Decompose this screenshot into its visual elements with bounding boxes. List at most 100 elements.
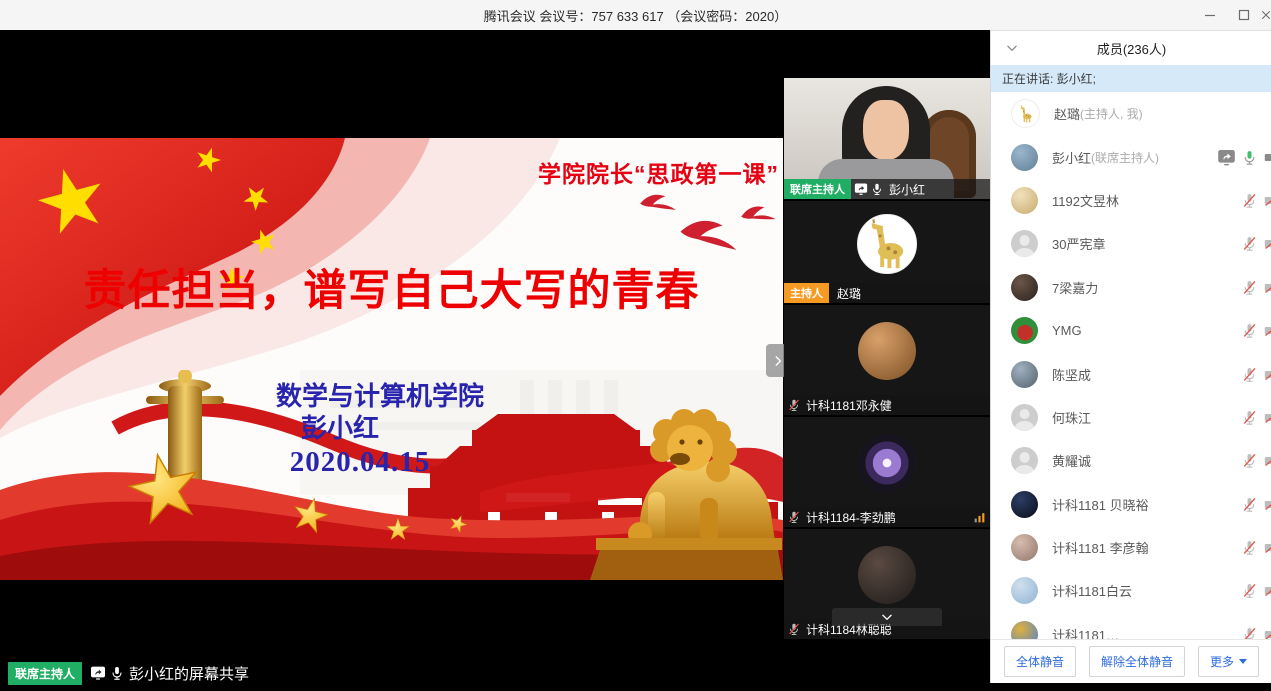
member-status-icons [1241, 279, 1271, 296]
maximize-icon [1238, 9, 1250, 21]
member-row[interactable]: 7梁嘉力 [991, 266, 1271, 309]
member-status-icons [1217, 148, 1271, 167]
signal-icon [973, 511, 986, 524]
member-name: 计科1181… [1052, 625, 1119, 640]
member-name: 30严宪章 [1052, 234, 1105, 253]
mic-muted-icon [787, 510, 801, 524]
mic-muted-icon [1241, 279, 1258, 296]
participant-name: 计科1181邓永健 [806, 397, 892, 414]
member-row[interactable]: 黄耀诚 [991, 439, 1271, 482]
collapse-strip-button[interactable] [832, 608, 942, 626]
member-status-icons [1241, 452, 1271, 469]
tile-label-icons [787, 510, 801, 524]
video-tile-label: 计科1181邓永健 [784, 395, 990, 415]
member-row[interactable]: 计科1181 李彦翰 [991, 526, 1271, 569]
maximize-button[interactable] [1227, 0, 1261, 30]
members-panel-header: 成员(236人) [991, 31, 1271, 65]
close-button[interactable] [1261, 0, 1271, 30]
mic-muted-icon [787, 398, 801, 412]
video-tile-label: 联席主持人 彭小红 [784, 179, 990, 199]
member-row[interactable]: 彭小红 (联席主持人) [991, 135, 1271, 178]
member-avatar [1011, 577, 1038, 604]
share-status-icons [90, 665, 125, 681]
member-name: 何珠江 [1052, 408, 1091, 427]
video-tile[interactable]: 主持人 赵璐 [784, 201, 990, 303]
screen-share-icon [1217, 148, 1236, 167]
member-status-icons [1241, 409, 1271, 426]
member-avatar [1011, 361, 1038, 388]
mic-muted-icon [787, 622, 801, 636]
minimize-button[interactable] [1193, 0, 1227, 30]
tile-label-icons [854, 182, 884, 196]
camera-off-icon [1263, 582, 1271, 599]
tile-label-icons [787, 398, 801, 412]
screen-share-status: 联席主持人 彭小红的屏幕共享 [8, 662, 249, 684]
video-strip: 联席主持人 彭小红 主持人 赵璐 计科1181邓永健 计科1184-李劲鹏 [784, 30, 990, 691]
member-row[interactable]: 计科1181白云 [991, 569, 1271, 612]
presentation-slide: 学院院长“思政第一课” 责任担当，谱写自己大写的青春 数学与计算机学院 彭小红 … [0, 138, 783, 580]
camera-off-icon [1263, 539, 1271, 556]
member-suffix: (主持人, 我) [1080, 105, 1143, 122]
member-list: 赵璐 (主持人, 我) 彭小红 (联席主持人) 1192文昱林 30严宪章 7梁… [991, 92, 1271, 640]
slide-corner-text: 学院院长“思政第一课” [0, 155, 779, 189]
mic-muted-icon [1241, 192, 1258, 209]
tencent-meeting-window: 腾讯会议 会议号：757 633 617 （会议密码：2020） [0, 0, 1271, 691]
tile-right-icons [973, 511, 986, 524]
mic-muted-icon [1241, 626, 1258, 640]
member-name: 赵璐 [1054, 104, 1080, 123]
member-row[interactable]: 1192文昱林 [991, 179, 1271, 222]
member-row[interactable]: 30严宪章 [991, 222, 1271, 265]
role-badge: 主持人 [784, 283, 829, 303]
participant-name: 彭小红 [889, 181, 925, 198]
member-status-icons [1241, 582, 1271, 599]
member-avatar [1011, 317, 1038, 344]
mic-muted-icon [1241, 582, 1258, 599]
video-tile[interactable]: 计科1184-李劲鹏 [784, 417, 990, 527]
now-speaking-banner: 正在讲话: 彭小红; [991, 65, 1271, 92]
slide-speaker: 彭小红 [110, 408, 570, 445]
mute-all-button[interactable]: 全体静音 [1004, 646, 1076, 677]
member-row[interactable]: 赵璐 (主持人, 我) [991, 92, 1271, 135]
member-name: 计科1181白云 [1052, 581, 1132, 600]
video-tile[interactable]: 联席主持人 彭小红 [784, 78, 990, 199]
member-avatar [1011, 491, 1038, 518]
minimize-icon [1204, 9, 1216, 21]
chevron-down-icon [880, 610, 894, 624]
member-row[interactable]: 何珠江 [991, 396, 1271, 439]
window-controls [1193, 0, 1271, 30]
close-icon [1261, 9, 1271, 21]
video-tile[interactable]: 计科1181邓永健 [784, 305, 990, 415]
member-row[interactable]: YMG [991, 309, 1271, 352]
mic-muted-icon [1241, 452, 1258, 469]
video-tile[interactable]: 计科1184林聪聪 [784, 529, 990, 639]
tile-label-icons [787, 622, 801, 636]
member-suffix: (联席主持人) [1091, 149, 1159, 166]
slide-date: 2020.04.15 [130, 446, 590, 479]
members-panel-footer: 全体静音 解除全体静音 更多 [991, 639, 1271, 683]
more-button[interactable]: 更多 [1198, 646, 1259, 677]
video-person-face [863, 100, 909, 160]
member-avatar [1011, 144, 1038, 171]
giraffe-avatar-icon [1016, 104, 1036, 124]
member-status-icons [1241, 192, 1271, 209]
member-row[interactable]: 计科1181… [991, 613, 1271, 640]
member-row[interactable]: 陈坚成 [991, 352, 1271, 395]
member-avatar [1011, 447, 1038, 474]
video-tile-label: 计科1184-李劲鹏 [784, 507, 990, 527]
more-button-label: 更多 [1210, 653, 1234, 670]
member-name: 7梁嘉力 [1052, 278, 1098, 297]
participant-avatar [858, 434, 916, 492]
member-avatar [1011, 274, 1038, 301]
member-name: 1192文昱林 [1052, 191, 1119, 210]
share-status-text: 彭小红的屏幕共享 [129, 663, 249, 684]
member-row[interactable]: 计科1181 贝晓裕 [991, 483, 1271, 526]
mic-muted-icon [1241, 496, 1258, 513]
camera-off-icon [1263, 626, 1271, 640]
member-name: 计科1181 李彦翰 [1052, 538, 1149, 557]
unmute-all-button[interactable]: 解除全体静音 [1089, 646, 1185, 677]
collapse-panel-button[interactable] [1005, 41, 1019, 55]
video-tile-label: 主持人 赵璐 [784, 283, 990, 303]
camera-off-icon [1263, 496, 1271, 513]
window-title: 腾讯会议 会议号：757 633 617 （会议密码：2020） [484, 6, 787, 25]
camera-off-icon [1263, 279, 1271, 296]
